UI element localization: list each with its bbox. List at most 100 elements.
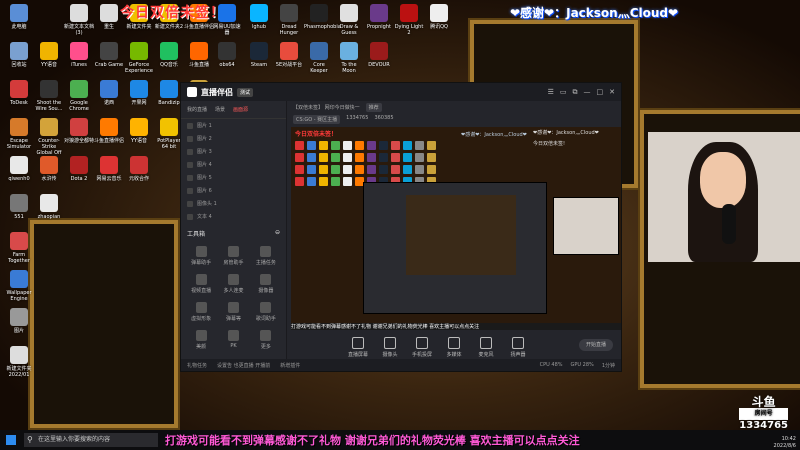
desktop-icon[interactable]: Shoot the Wire Sou... [34,80,64,112]
side-tab[interactable]: 场景 [215,106,225,113]
desktop-icon[interactable]: Crab Game [94,42,124,68]
desktop-icon[interactable]: Wallpaper Engine [4,270,34,302]
source-visibility-icon[interactable] [187,148,193,155]
desktop-icon[interactable]: obs64 [212,42,242,68]
source-tool-button[interactable]: 直播屏幕 [347,337,369,358]
source-item[interactable]: 图片 3 [181,145,286,158]
desktop-icon[interactable]: 图片 [4,308,34,334]
source-visibility-icon[interactable] [187,122,193,129]
toolbox-toggle-icon[interactable]: ⊖ [275,229,280,238]
tool-item[interactable]: 视频直播 [185,274,217,294]
desktop-icon[interactable]: iTunes [64,42,94,68]
desktop-icon[interactable]: YY语音 [124,118,154,144]
tool-label: 虚拟形象 [191,316,212,322]
status-item[interactable]: 新增插件 [280,362,300,369]
tool-item[interactable]: 多人连麦 [217,274,249,294]
desktop-icon[interactable]: To the Moon [334,42,364,74]
source-item[interactable]: 文本 4 [181,210,286,223]
desktop-icon[interactable]: Core Keeper [304,42,334,74]
source-item[interactable]: 图片 5 [181,171,286,184]
desktop-icon[interactable]: ToDesk [4,80,34,106]
windows-start-icon[interactable] [6,435,16,445]
desktop-icon[interactable]: 网易云音乐 [94,156,124,182]
desktop-icon[interactable]: 此电脑 [4,4,34,30]
desktop-icon[interactable]: 新建文件夹 2022/01 [4,346,34,378]
source-item[interactable]: 图片 2 [181,132,286,145]
side-tab[interactable]: 我的直播 [187,106,207,113]
desktop-icon[interactable]: 腾讯QQ [424,4,454,30]
desktop-icon[interactable]: 5E对战平台 [274,42,304,68]
desktop-icon[interactable]: 对狼游全都特 [64,118,94,144]
desktop-icon-label: Escape Simulator [6,138,32,150]
desktop-icon[interactable]: Counter-Strike Global Off [34,118,64,156]
window-control-icon[interactable]: □ [597,88,604,97]
desktop-icon[interactable]: Phasmophobia [304,4,341,30]
desktop-icon[interactable]: 新建文本文档 (3) [64,4,94,36]
desktop-icon[interactable]: Farm Together [4,232,34,264]
source-item[interactable]: 图片 6 [181,184,286,197]
start-live-button[interactable]: 开始直播 [579,339,613,351]
status-item[interactable]: 礼物任务 [187,362,207,369]
desktop-icon[interactable]: 元收合作 [124,156,154,182]
source-visibility-icon[interactable] [187,187,193,194]
source-item[interactable]: 图像头 1 [181,197,286,210]
desktop-icon[interactable]: zhaopian [34,194,64,220]
window-control-icon[interactable]: — [584,88,591,97]
source-visibility-icon[interactable] [187,161,193,168]
tool-item[interactable]: 摄像器 [250,274,282,294]
status-item[interactable]: 设置告 也更直播 开播前 [217,362,270,369]
source-tool-button[interactable]: 多媒体 [443,337,465,358]
desktop-icon[interactable]: YY语音 [34,42,64,68]
side-tabs: 我的直播 场景 画面源 [181,101,286,119]
source-visibility-icon[interactable] [187,200,193,207]
desktop-icon[interactable]: qiwenh0 [4,156,34,182]
tool-item[interactable]: 弹幕助手 [185,246,217,266]
desktop-icon[interactable]: 诺西 [94,80,124,106]
desktop-icon[interactable]: Dota 2 [64,156,94,182]
desktop-icon[interactable]: Dying Light 2 [394,4,424,36]
desktop-icon[interactable]: lghub [244,4,274,30]
desktop-icon[interactable]: Google Chrome [64,80,94,112]
desktop-icon[interactable]: Propnight [364,4,394,30]
desktop-icon[interactable]: Draw & Guess [334,4,364,36]
tool-item[interactable]: PK [217,330,249,350]
tool-item[interactable]: 美颜 [185,330,217,350]
desktop-icon[interactable]: 斗鱼直播伴侣 [94,118,124,144]
desktop-icon[interactable]: 水浒传 [34,156,64,182]
desktop-icon[interactable]: 回收站 [4,42,34,68]
window-control-icon[interactable]: ✕ [609,88,615,97]
desktop-icon[interactable]: 开果网 [124,80,154,106]
desktop-icon[interactable]: Steam [244,42,274,68]
source-visibility-icon[interactable] [187,213,193,220]
window-control-icon[interactable]: ▭ [560,88,567,97]
room-title[interactable]: 【双倍未签】 网印今日做快一 [293,104,360,111]
source-tool-button[interactable]: 手机投屏 [411,337,433,358]
window-control-icon[interactable]: ☰ [548,88,554,97]
tool-item[interactable]: 歌词助手 [250,302,282,322]
source-tool-button[interactable]: 麦克风 [475,337,497,358]
desktop-icon[interactable]: DEVOUR [364,42,394,68]
desktop-icon[interactable]: Escape Simulator [4,118,34,150]
tool-item[interactable]: 虚拟形象 [185,302,217,322]
source-item[interactable]: 图片 1 [181,119,286,132]
desktop-icon[interactable]: GeForce Experience [124,42,154,74]
taskbar-search-input[interactable]: 在这里输入你要搜索的内容 [24,433,158,447]
desktop-icon[interactable]: 斗鱼直播 [184,42,214,68]
tool-item[interactable]: 主播任务 [250,246,282,266]
desktop-icon[interactable]: Dread Hunger [274,4,304,36]
tool-item[interactable]: 更多 [250,330,282,350]
room-section[interactable]: CS:GO - 赛区主播 [293,114,341,124]
side-tab[interactable]: 画面源 [233,106,248,113]
source-tool-button[interactable]: 扬声器 [507,337,529,358]
tool-item[interactable]: 房管助手 [217,246,249,266]
taskbar-clock[interactable]: 10:42 2022/8/6 [774,436,796,450]
tool-item[interactable]: 弹幕等 [217,302,249,322]
window-control-icon[interactable]: ⧉ [573,88,578,97]
streamer-face [700,152,746,208]
source-tool-button[interactable]: 摄像头 [379,337,401,358]
source-visibility-icon[interactable] [187,135,193,142]
desktop-icon[interactable]: 551 [4,194,34,220]
desktop-icon[interactable]: QQ音乐 [154,42,184,68]
source-item[interactable]: 图片 4 [181,158,286,171]
source-visibility-icon[interactable] [187,174,193,181]
